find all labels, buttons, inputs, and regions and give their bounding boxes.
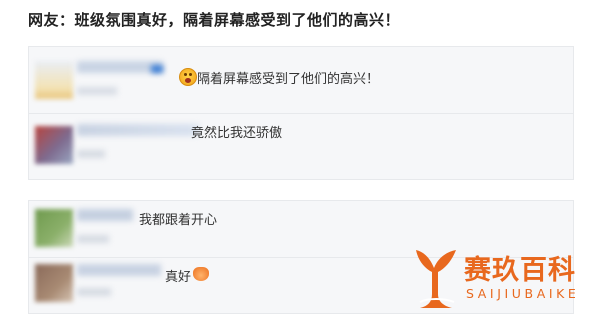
whale-tail-icon	[416, 250, 456, 308]
verified-badge-blurred	[151, 65, 163, 73]
comment-text: 我都跟着开心	[139, 213, 218, 228]
comment-row: 竟然比我还骄傲	[29, 114, 573, 179]
comment-text: 竟然比我还骄傲	[191, 126, 283, 141]
comment-card: 隔着屏幕感受到了他们的高兴！ 竟然比我还骄傲	[28, 46, 574, 180]
comment-row: 隔着屏幕感受到了他们的高兴！	[29, 47, 573, 113]
watermark-name-cn: 赛玖百科	[464, 255, 576, 286]
avatar[interactable]	[35, 61, 73, 99]
avatar[interactable]	[35, 264, 73, 302]
shocked-face-emoji-icon	[179, 68, 197, 86]
username-blurred[interactable]	[77, 124, 199, 136]
comment-text: 真好	[165, 270, 192, 285]
watermark-name-en: SAIJIUBAIKE	[466, 286, 580, 301]
avatar[interactable]	[35, 209, 73, 247]
comment-meta-blurred	[77, 235, 109, 243]
username-blurred[interactable]	[77, 264, 161, 276]
clapping-hands-emoji-icon	[193, 267, 209, 281]
comment-meta-blurred	[77, 288, 111, 296]
avatar[interactable]	[35, 126, 73, 164]
username-blurred[interactable]	[77, 209, 133, 221]
comment-meta-blurred	[77, 150, 105, 158]
comment-text: 隔着屏幕感受到了他们的高兴！	[197, 72, 380, 87]
watermark-logo: 赛玖百科 SAIJIUBAIKE	[410, 242, 595, 317]
comment-meta-blurred	[77, 87, 117, 95]
post-headline: 网友：班级氛围真好，隔着屏幕感受到了他们的高兴！	[28, 11, 401, 29]
